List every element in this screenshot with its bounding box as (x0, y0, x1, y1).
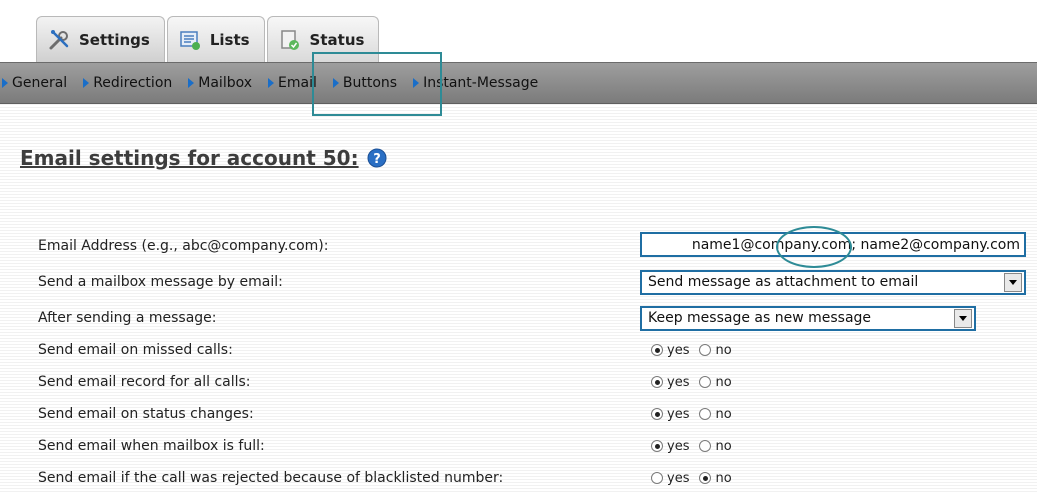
no-label: no (715, 374, 732, 390)
blacklisted-yes-radio[interactable] (651, 472, 663, 484)
tab-status-label: Status (309, 31, 365, 49)
no-label: no (715, 470, 732, 486)
arrow-right-icon (188, 78, 195, 88)
after-sending-label: After sending a message: (38, 310, 217, 326)
status-changes-no-radio[interactable] (699, 408, 712, 420)
after-sending-selected: Keep message as new message (648, 310, 872, 326)
after-sending-row: After sending a message: Keep message as… (38, 304, 1028, 332)
list-icon (178, 28, 202, 52)
record-all-calls-label: Send email record for all calls: (38, 374, 251, 390)
subnav-buttons-label: Buttons (342, 75, 398, 91)
yes-label: yes (667, 342, 690, 358)
subnav-general[interactable]: General (0, 63, 77, 103)
no-label: no (715, 406, 732, 422)
mailbox-full-no-radio[interactable] (699, 440, 712, 452)
yes-label: yes (667, 406, 690, 422)
subnav-redirection-label: Redirection (93, 75, 173, 91)
after-sending-select[interactable]: Keep message as new message (640, 305, 976, 331)
tab-lists[interactable]: Lists (166, 16, 265, 63)
email-address-row: Email Address (e.g., abc@company.com): n… (38, 232, 1028, 260)
mailbox-full-label: Send email when mailbox is full: (38, 438, 265, 454)
missed-calls-yes-radio[interactable] (651, 344, 663, 356)
missed-calls-no-radio[interactable] (699, 344, 712, 356)
yes-label: yes (667, 438, 690, 454)
chevron-down-icon[interactable] (1004, 272, 1022, 292)
radio-row-mailbox-full: Send email when mailbox is full: yes no (38, 432, 1028, 460)
arrow-right-icon (83, 78, 90, 88)
status-changes-radio-group: yes no (651, 407, 738, 422)
status-changes-yes-radio[interactable] (651, 408, 663, 420)
blacklisted-label: Send email if the call was rejected beca… (38, 470, 504, 486)
mailbox-full-yes-radio[interactable] (651, 440, 663, 452)
radio-row-record-all-calls: Send email record for all calls: yes no (38, 368, 1028, 396)
blacklisted-radio-group: yes no (651, 471, 738, 486)
sub-navigation: General Redirection Mailbox Email Button… (0, 62, 1037, 104)
radio-row-status-changes: Send email on status changes: yes no (38, 400, 1028, 428)
arrow-right-icon (2, 78, 8, 88)
subnav-redirection[interactable]: Redirection (77, 63, 182, 103)
tab-status[interactable]: Status (266, 16, 380, 63)
subnav-buttons[interactable]: Buttons (327, 63, 407, 103)
svg-text:?: ? (373, 152, 381, 167)
help-icon[interactable]: ? (367, 148, 387, 168)
subnav-mailbox-label: Mailbox (198, 75, 253, 91)
send-mailbox-message-label: Send a mailbox message by email: (38, 274, 283, 290)
tab-settings[interactable]: Settings (36, 16, 165, 63)
subnav-mailbox[interactable]: Mailbox (182, 63, 262, 103)
radio-row-blacklisted: Send email if the call was rejected beca… (38, 464, 1028, 492)
send-mailbox-message-control: Send message as attachment to email (640, 269, 1026, 295)
send-mailbox-message-select[interactable]: Send message as attachment to email (640, 269, 1026, 295)
yes-label: yes (667, 470, 690, 486)
arrow-right-icon (332, 78, 339, 88)
send-mailbox-message-row: Send a mailbox message by email: Send me… (38, 268, 1028, 296)
missed-calls-radio-group: yes no (651, 343, 738, 358)
arrow-right-icon (413, 78, 420, 88)
tab-lists-label: Lists (209, 31, 250, 49)
blacklisted-no-radio[interactable] (699, 472, 712, 484)
email-address-label: Email Address (e.g., abc@company.com): (38, 238, 329, 254)
send-mailbox-message-selected: Send message as attachment to email (648, 274, 919, 290)
subnav-instant-message-label: Instant-Message (423, 75, 539, 91)
page-title-text: Email settings for account 50: (20, 146, 359, 170)
status-icon (278, 28, 302, 52)
after-sending-control: Keep message as new message (640, 305, 976, 331)
subnav-general-label: General (12, 75, 68, 91)
main-tabs: Settings Lists Status (36, 12, 380, 63)
email-address-value: name1@company.com; name2@company.com (691, 236, 1020, 253)
status-changes-label: Send email on status changes: (38, 406, 254, 422)
record-all-calls-yes-radio[interactable] (651, 376, 663, 388)
radio-row-missed-calls: Send email on missed calls: yes no (38, 336, 1028, 364)
yes-label: yes (667, 374, 690, 390)
missed-calls-label: Send email on missed calls: (38, 342, 233, 358)
tab-settings-label: Settings (79, 31, 150, 49)
subnav-email-label: Email (278, 75, 317, 91)
no-label: no (715, 342, 732, 358)
subnav-email[interactable]: Email (262, 63, 327, 103)
arrow-right-icon (268, 78, 275, 88)
mailbox-full-radio-group: yes no (651, 439, 738, 454)
subnav-instant-message[interactable]: Instant-Message (407, 63, 548, 103)
chevron-down-icon[interactable] (954, 308, 972, 328)
record-all-calls-no-radio[interactable] (699, 376, 712, 388)
page-title: Email settings for account 50: ? (20, 146, 387, 170)
email-address-input[interactable]: name1@company.com; name2@company.com (640, 232, 1026, 257)
no-label: no (715, 438, 732, 454)
record-all-calls-radio-group: yes no (651, 375, 738, 390)
tools-icon (47, 28, 71, 52)
